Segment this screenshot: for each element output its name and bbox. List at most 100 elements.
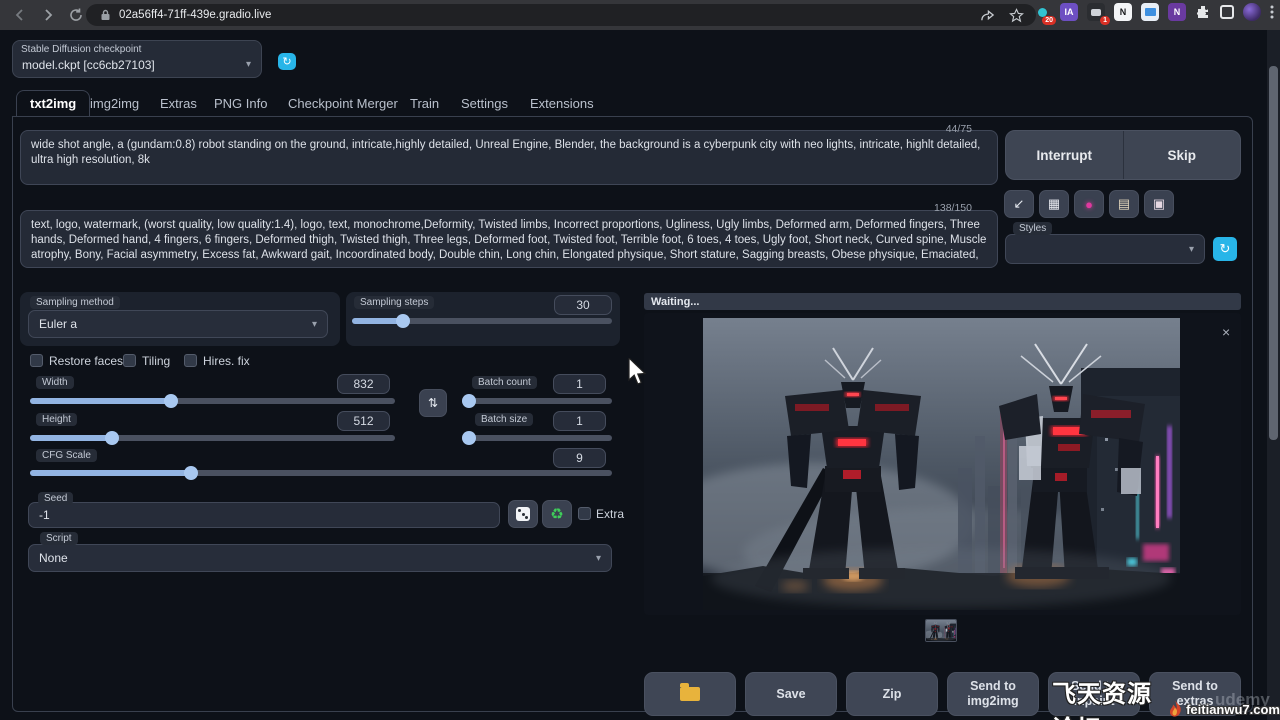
skip-button[interactable]: Skip	[1124, 131, 1241, 179]
tab-extras[interactable]: Extras	[160, 96, 197, 111]
cfg-scale-label: CFG Scale	[36, 449, 97, 462]
chevron-down-icon: ▾	[312, 319, 317, 330]
progress-bar: Waiting...	[644, 293, 1241, 310]
pink-dot-icon: ●	[1085, 197, 1093, 212]
styles-dropdown[interactable]: ▾	[1005, 234, 1205, 264]
seed-label: Seed	[38, 492, 73, 505]
width-value[interactable]: 832	[337, 374, 390, 394]
batch-size-slider[interactable]	[462, 435, 612, 441]
styles-refresh-button[interactable]: ↻	[1213, 237, 1237, 261]
checkpoint-dropdown[interactable]: Stable Diffusion checkpoint model.ckpt […	[12, 40, 262, 78]
gallery-thumbnail[interactable]	[925, 619, 957, 642]
slider-thumb[interactable]	[396, 314, 410, 328]
batch-count-value[interactable]: 1	[553, 374, 606, 394]
width-slider[interactable]	[30, 398, 395, 404]
notion-extension-icon[interactable]: N	[1114, 3, 1132, 21]
slider-thumb[interactable]	[462, 394, 476, 408]
tab-settings[interactable]: Settings	[461, 96, 508, 111]
puzzle-extensions-icon[interactable]	[1195, 4, 1211, 20]
menu-dots-icon[interactable]	[1270, 4, 1274, 20]
back-icon[interactable]	[12, 7, 28, 23]
restore-faces-label: Restore faces	[49, 354, 123, 368]
prompt-counter: 44/75	[910, 123, 972, 135]
watermark-site-text: feitianwu7.com	[1186, 702, 1280, 717]
notepad-icon: ▤	[1118, 196, 1130, 212]
extra-networks-button[interactable]: ●	[1074, 190, 1104, 218]
reuse-seed-recycle-button[interactable]: ♻	[542, 500, 572, 528]
sampling-method-label: Sampling method	[30, 296, 120, 309]
restore-faces-checkbox[interactable]	[30, 354, 43, 367]
pin-extension-icon[interactable]: 20	[1033, 3, 1051, 21]
cfg-scale-value[interactable]: 9	[553, 448, 606, 468]
slider-thumb[interactable]	[462, 431, 476, 445]
interrupt-button[interactable]: Interrupt	[1006, 131, 1123, 179]
ia-extension-icon[interactable]: IA	[1060, 3, 1078, 21]
dice-icon	[516, 507, 530, 521]
paste-params-button[interactable]: ↙	[1004, 190, 1034, 218]
batch-count-slider[interactable]	[462, 398, 612, 404]
script-label: Script	[40, 532, 78, 545]
zip-button[interactable]: Zip	[846, 672, 938, 716]
apply-style-button[interactable]: ▤	[1109, 190, 1139, 218]
reload-icon[interactable]	[68, 7, 84, 23]
watermark-chinese-text: 飞天资源论坛	[1052, 674, 1165, 720]
hires-fix-checkbox[interactable]	[184, 354, 197, 367]
tiling-checkbox[interactable]	[123, 354, 136, 367]
random-seed-dice-button[interactable]	[508, 500, 538, 528]
forward-icon[interactable]	[40, 7, 56, 23]
tab-png-info[interactable]: PNG Info	[214, 96, 267, 111]
extra-seed-checkbox[interactable]	[578, 507, 591, 520]
tab-txt2img[interactable]: txt2img	[16, 90, 90, 116]
bookmark-star-icon[interactable]	[1009, 8, 1024, 23]
sampling-method-dropdown[interactable]: Euler a▾	[28, 310, 328, 338]
sampling-steps-slider[interactable]	[352, 318, 612, 324]
tab-extensions[interactable]: Extensions	[530, 96, 594, 111]
camera-extension-icon[interactable]: 1	[1087, 3, 1105, 21]
extra-seed-label: Extra	[596, 507, 624, 521]
slider-thumb[interactable]	[105, 431, 119, 445]
sampling-steps-value[interactable]: 30	[554, 295, 612, 315]
chevron-down-icon: ▾	[246, 59, 251, 70]
site-watermark: 飞天资源论坛 feitianwu7.com	[1052, 674, 1280, 720]
generated-image[interactable]	[703, 318, 1180, 610]
height-label: Height	[36, 413, 77, 426]
tab-train[interactable]: Train	[410, 96, 439, 111]
checkpoint-refresh-button[interactable]: ↻	[278, 53, 296, 70]
sampling-steps-label: Sampling steps	[354, 296, 434, 309]
onenote-extension-icon[interactable]: N	[1168, 3, 1186, 21]
arrow-down-left-icon: ↙	[1014, 196, 1025, 212]
open-folder-button[interactable]	[644, 672, 736, 716]
swap-dimensions-button[interactable]: ⇅	[419, 389, 447, 417]
script-dropdown[interactable]: None▾	[28, 544, 612, 572]
save-style-button[interactable]: ▣	[1144, 190, 1174, 218]
height-slider[interactable]	[30, 435, 395, 441]
url-bar[interactable]: 02a56ff4-71ff-439e.gradio.live	[86, 4, 1036, 26]
cfg-scale-slider[interactable]	[30, 470, 612, 476]
send-to-img2img-button[interactable]: Send to img2img	[947, 672, 1039, 716]
prompt-input[interactable]: wide shot angle, a (gundam:0.8) robot st…	[20, 130, 998, 185]
share-icon[interactable]	[980, 8, 995, 23]
slider-thumb[interactable]	[184, 466, 198, 480]
profile-avatar[interactable]	[1243, 3, 1261, 21]
seed-input[interactable]: -1	[28, 502, 500, 528]
negative-prompt-input[interactable]: text, logo, watermark, (worst quality, l…	[20, 210, 998, 268]
checkpoint-label: Stable Diffusion checkpoint	[21, 44, 141, 55]
negative-prompt-counter: 138/150	[900, 202, 972, 214]
lock-icon	[100, 9, 111, 21]
progress-status: Waiting...	[651, 296, 699, 308]
height-value[interactable]: 512	[337, 411, 390, 431]
clear-prompt-trash-button[interactable]: ▦	[1039, 190, 1069, 218]
scrollbar-thumb[interactable]	[1269, 66, 1278, 440]
save-button[interactable]: Save	[745, 672, 837, 716]
chevron-down-icon: ▾	[596, 553, 601, 564]
tab-checkpoint-merger[interactable]: Checkpoint Merger	[288, 96, 398, 111]
slider-thumb[interactable]	[164, 394, 178, 408]
batch-size-value[interactable]: 1	[553, 411, 606, 431]
tab-img2img[interactable]: img2img	[90, 96, 139, 111]
side-panel-icon[interactable]	[1220, 5, 1234, 19]
close-image-icon[interactable]: ×	[1222, 324, 1230, 340]
image-extension-icon[interactable]	[1141, 3, 1159, 21]
page-scrollbar[interactable]	[1267, 30, 1280, 720]
url-text: 02a56ff4-71ff-439e.gradio.live	[119, 9, 271, 21]
browser-toolbar: 02a56ff4-71ff-439e.gradio.live 20 IA 1 N…	[0, 0, 1280, 30]
